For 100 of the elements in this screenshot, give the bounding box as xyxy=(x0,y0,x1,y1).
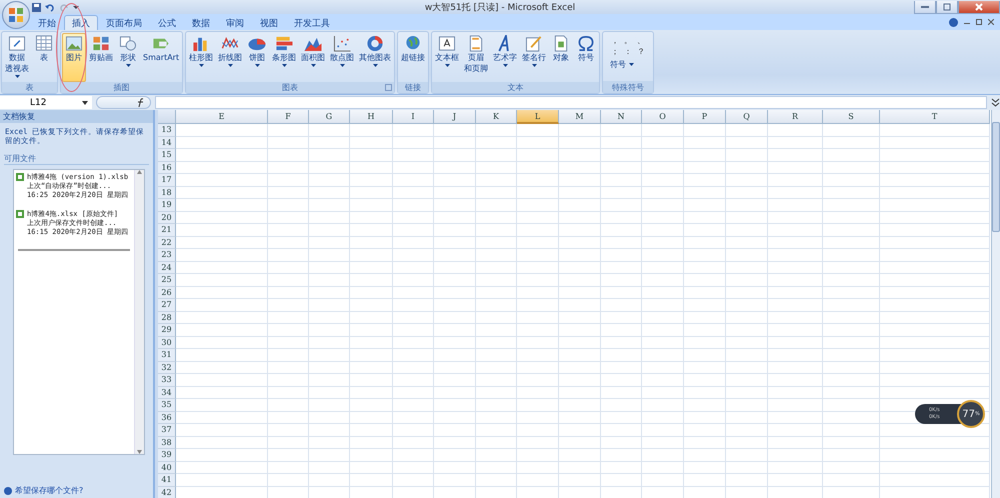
column-header[interactable]: N xyxy=(601,110,642,124)
symbol-button[interactable]: 。 xyxy=(623,35,634,46)
row-header[interactable]: 41 xyxy=(158,474,176,486)
row-header[interactable]: 35 xyxy=(158,399,176,412)
column-header[interactable]: G xyxy=(309,110,350,124)
minimize-button[interactable] xyxy=(914,0,936,14)
column-header[interactable]: L xyxy=(517,110,559,124)
ribbon-button[interactable]: 其他图表 xyxy=(357,33,394,82)
ribbon-button[interactable]: 符号 xyxy=(574,33,598,82)
vertical-scrollbar[interactable] xyxy=(991,110,1000,498)
ribbon-tab[interactable]: 开始 xyxy=(30,15,64,30)
column-header[interactable]: S xyxy=(823,110,880,124)
column-header[interactable]: E xyxy=(176,110,268,124)
row-header[interactable]: 42 xyxy=(158,486,176,498)
restore-icon[interactable] xyxy=(976,19,982,25)
ribbon-button[interactable]: 艺术字 xyxy=(491,33,520,82)
column-header[interactable]: J xyxy=(434,110,476,124)
row-header[interactable]: 34 xyxy=(158,386,176,399)
row-header[interactable]: 23 xyxy=(158,249,176,262)
column-header[interactable]: O xyxy=(642,110,684,124)
ribbon-button[interactable]: 柱形图 xyxy=(187,33,216,82)
close-button[interactable] xyxy=(958,0,1000,14)
row-header[interactable]: 33 xyxy=(158,374,176,386)
insert-function-button[interactable] xyxy=(96,96,151,109)
redo-icon[interactable] xyxy=(59,2,69,12)
expand-icon[interactable] xyxy=(991,98,1000,107)
ribbon-button[interactable]: 文本框 xyxy=(433,33,462,82)
column-header[interactable]: K xyxy=(476,110,517,124)
row-header[interactable]: 38 xyxy=(158,436,176,449)
row-header[interactable]: 14 xyxy=(158,136,176,149)
caret-icon[interactable] xyxy=(73,4,79,10)
save-icon[interactable] xyxy=(32,2,41,12)
ribbon-button[interactable]: 签名行 xyxy=(520,33,548,82)
row-header[interactable]: 17 xyxy=(158,174,176,186)
row-header[interactable]: 25 xyxy=(158,274,176,286)
column-header[interactable]: Q xyxy=(726,110,768,124)
row-header[interactable]: 32 xyxy=(158,362,176,374)
column-header[interactable]: P xyxy=(684,110,726,124)
ribbon-tab[interactable]: 审阅 xyxy=(218,15,252,30)
row-header[interactable]: 18 xyxy=(158,186,176,199)
column-header[interactable]: R xyxy=(768,110,823,124)
ribbon-button[interactable]: 图片 xyxy=(62,33,86,82)
row-header[interactable]: 26 xyxy=(158,286,176,299)
column-header[interactable]: H xyxy=(350,110,393,124)
row-header[interactable]: 16 xyxy=(158,162,176,174)
scroll-up-icon[interactable] xyxy=(137,170,142,174)
ribbon-button[interactable]: 折线图 xyxy=(216,33,244,82)
column-header[interactable]: T xyxy=(880,110,990,124)
undo-icon[interactable] xyxy=(45,2,55,12)
ribbon-tab[interactable]: 数据 xyxy=(184,15,218,30)
ribbon-button[interactable]: 超链接 xyxy=(399,33,428,82)
ribbon-button[interactable]: 对象 xyxy=(549,33,574,82)
ribbon-button[interactable]: 页眉 和页脚 xyxy=(462,33,490,82)
help-icon[interactable] xyxy=(949,18,958,26)
ribbon-button[interactable]: 数据 透视表 xyxy=(3,33,31,82)
scrollbar[interactable] xyxy=(134,170,144,454)
row-header[interactable]: 40 xyxy=(158,462,176,474)
symbol-button[interactable]: ， xyxy=(610,35,620,46)
row-header[interactable]: 37 xyxy=(158,424,176,436)
select-all-corner[interactable] xyxy=(158,110,176,124)
symbol-button[interactable]: ： xyxy=(623,46,634,57)
ribbon-button[interactable]: 剪贴画 xyxy=(87,33,115,82)
close-icon[interactable] xyxy=(988,19,994,25)
ribbon-button[interactable]: 表 xyxy=(32,33,56,82)
column-header[interactable]: F xyxy=(268,110,309,124)
symbol-button[interactable]: ； xyxy=(610,46,620,57)
row-header[interactable]: 28 xyxy=(158,312,176,324)
row-header[interactable]: 13 xyxy=(158,124,176,136)
formula-input[interactable] xyxy=(155,96,987,109)
name-box[interactable]: L12 xyxy=(0,96,92,109)
restore-button[interactable] xyxy=(936,0,958,14)
row-header[interactable]: 21 xyxy=(158,224,176,236)
ribbon-button[interactable]: 面积图 xyxy=(299,33,328,82)
row-header[interactable]: 15 xyxy=(158,149,176,162)
row-header[interactable]: 36 xyxy=(158,412,176,424)
ribbon-button[interactable]: 形状 xyxy=(116,33,140,82)
column-header[interactable]: I xyxy=(393,110,434,124)
ribbon-button[interactable]: 饼图 xyxy=(245,33,270,82)
ribbon-tab[interactable]: 公式 xyxy=(150,15,184,30)
row-header[interactable]: 19 xyxy=(158,199,176,212)
help-link[interactable]: 希望保存哪个文件? xyxy=(15,485,84,496)
row-header[interactable]: 27 xyxy=(158,299,176,312)
row-header[interactable]: 22 xyxy=(158,236,176,249)
symbol-dropdown[interactable]: 符号 xyxy=(604,59,652,70)
row-header[interactable]: 31 xyxy=(158,349,176,362)
ribbon-tab[interactable]: 页面布局 xyxy=(98,15,150,30)
ribbon-button[interactable]: 条形图 xyxy=(270,33,298,82)
scroll-down-icon[interactable] xyxy=(137,450,142,454)
dialog-launcher-icon[interactable] xyxy=(385,84,392,91)
row-header[interactable]: 30 xyxy=(158,336,176,349)
ribbon-tab[interactable]: 视图 xyxy=(252,15,286,30)
row-header[interactable]: 39 xyxy=(158,449,176,462)
row-header[interactable]: 29 xyxy=(158,324,176,336)
symbol-button[interactable]: 、 xyxy=(636,35,646,46)
row-header[interactable]: 24 xyxy=(158,262,176,274)
symbol-button[interactable]: ？ xyxy=(636,46,646,57)
ribbon-button[interactable]: 散点图 xyxy=(328,33,356,82)
column-header[interactable]: M xyxy=(559,110,601,124)
ribbon-button[interactable]: SmartArt xyxy=(141,33,182,82)
ribbon-tab[interactable]: 开发工具 xyxy=(286,15,338,30)
